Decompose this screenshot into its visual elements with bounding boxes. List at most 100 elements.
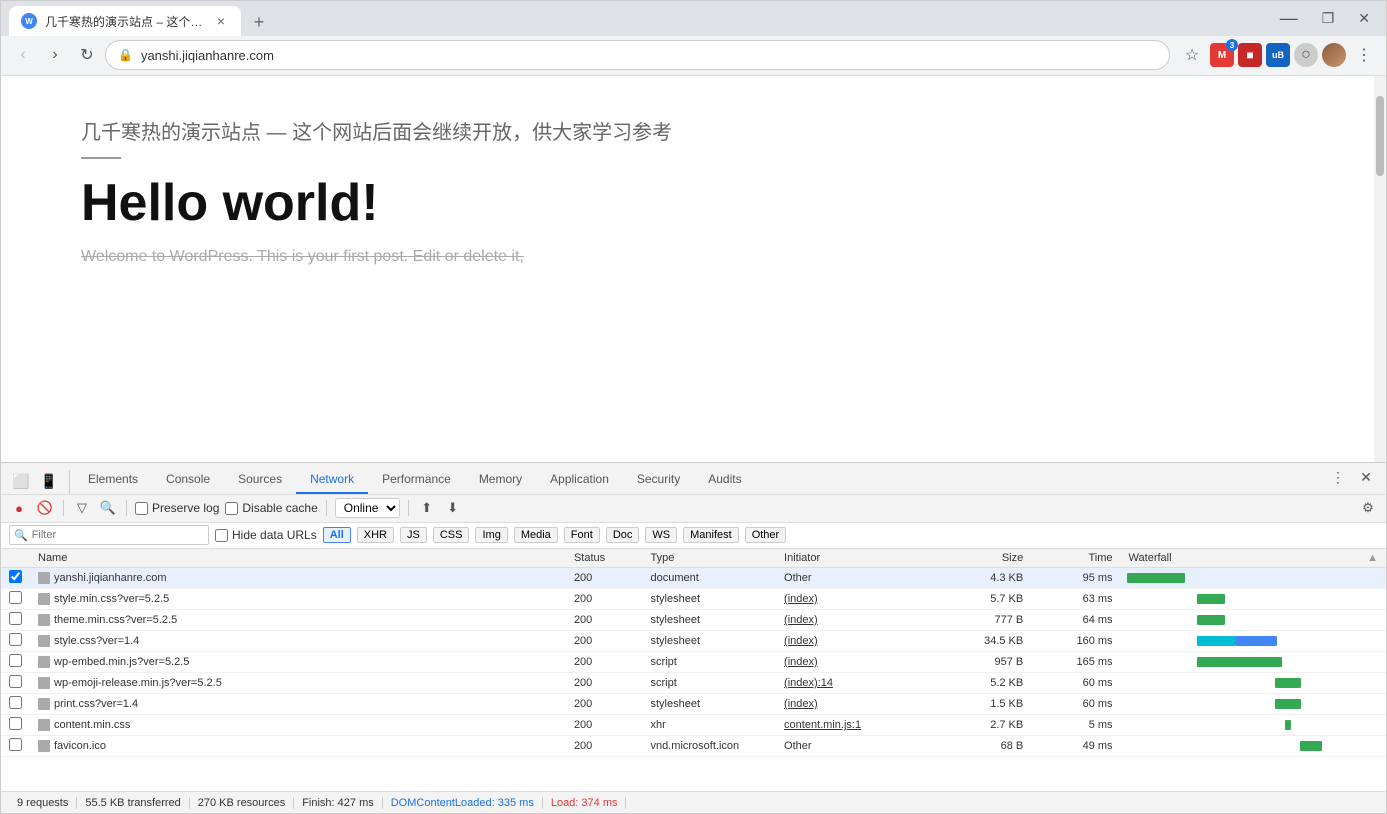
row-checkbox[interactable] [9,696,22,709]
device-mode-icon[interactable]: 📱 [37,470,61,494]
filter-button[interactable]: ▽ [72,498,92,518]
tab-memory[interactable]: Memory [465,466,536,494]
row-initiator[interactable]: (index) [776,651,929,672]
record-button[interactable]: ● [9,498,29,518]
disable-cache-checkbox[interactable] [225,502,238,515]
row-checkbox[interactable] [9,612,22,625]
url-input[interactable] [141,48,1157,63]
row-checkbox-cell[interactable] [1,630,30,651]
row-initiator[interactable]: (index):14 [776,672,929,693]
row-checkbox-cell[interactable] [1,588,30,609]
table-row[interactable]: content.min.css 200 xhr content.min.js:1… [1,714,1386,735]
filter-media-button[interactable]: Media [514,527,558,543]
row-checkbox[interactable] [9,591,22,604]
ext-icon-4[interactable]: ○ [1294,43,1318,67]
tab-close-button[interactable]: × [213,13,229,29]
row-checkbox-cell[interactable] [1,609,30,630]
restore-button[interactable]: ❐ [1314,10,1343,27]
th-status[interactable]: Status [566,549,643,568]
tab-performance[interactable]: Performance [368,466,465,494]
import-har-button[interactable]: ⬆ [417,498,437,518]
table-row[interactable]: wp-embed.min.js?ver=5.2.5 200 script (in… [1,651,1386,672]
minimize-button[interactable]: — [1272,8,1306,29]
table-row[interactable]: theme.min.css?ver=5.2.5 200 stylesheet (… [1,609,1386,630]
table-row[interactable]: style.css?ver=1.4 200 stylesheet (index)… [1,630,1386,651]
throttle-select[interactable]: Online [335,498,400,518]
ext-icon-2[interactable]: ■ [1238,43,1262,67]
table-row[interactable]: print.css?ver=1.4 200 stylesheet (index)… [1,693,1386,714]
row-initiator[interactable]: content.min.js:1 [776,714,929,735]
page-scrollbar[interactable] [1374,76,1386,462]
th-size[interactable]: Size [929,549,1031,568]
row-checkbox[interactable] [9,717,22,730]
row-initiator[interactable]: (index) [776,693,929,714]
tab-elements[interactable]: Elements [74,466,152,494]
tab-console[interactable]: Console [152,466,224,494]
preserve-log-label[interactable]: Preserve log [135,501,219,515]
filter-js-button[interactable]: JS [400,527,427,543]
th-name[interactable]: Name [30,549,566,568]
search-button[interactable]: 🔍 [98,498,118,518]
hide-data-urls-label[interactable]: Hide data URLs [215,528,317,542]
tab-network[interactable]: Network [296,466,368,494]
table-row[interactable]: favicon.ico 200 vnd.microsoft.icon Other… [1,735,1386,756]
filter-css-button[interactable]: CSS [433,527,470,543]
scrollbar-thumb[interactable] [1376,96,1384,176]
hide-data-urls-checkbox[interactable] [215,529,228,542]
back-button[interactable]: ‹ [9,41,37,69]
row-checkbox-cell[interactable] [1,735,30,756]
active-tab[interactable]: W 几千寒热的演示站点 – 这个网站... × [9,6,241,36]
preserve-log-checkbox[interactable] [135,502,148,515]
inspect-element-icon[interactable]: ⬜ [9,470,33,494]
row-checkbox[interactable] [9,675,22,688]
th-time[interactable]: Time [1031,549,1120,568]
row-checkbox[interactable] [9,654,22,667]
export-har-button[interactable]: ⬇ [443,498,463,518]
filter-doc-button[interactable]: Doc [606,527,640,543]
filter-all-button[interactable]: All [323,527,351,543]
filter-xhr-button[interactable]: XHR [357,527,394,543]
tab-sources[interactable]: Sources [224,466,296,494]
address-bar[interactable]: 🔒 [105,40,1170,70]
row-checkbox[interactable] [9,633,22,646]
row-checkbox-cell[interactable] [1,693,30,714]
table-row[interactable]: style.min.css?ver=5.2.5 200 stylesheet (… [1,588,1386,609]
clear-button[interactable]: 🚫 [35,498,55,518]
row-checkbox-cell[interactable] [1,651,30,672]
network-table-wrap[interactable]: Name Status Type Initiator Size Time Wat… [1,549,1386,791]
filter-input-wrap[interactable]: 🔍 [9,525,209,545]
forward-button[interactable]: › [41,41,69,69]
ext-icon-1[interactable]: M 3 [1210,43,1234,67]
user-avatar[interactable] [1322,43,1346,67]
filter-manifest-button[interactable]: Manifest [683,527,739,543]
devtools-close-button[interactable]: ✕ [1354,466,1378,490]
new-tab-button[interactable]: + [245,8,273,36]
row-checkbox-cell[interactable] [1,567,30,588]
filter-other-button[interactable]: Other [745,527,787,543]
bookmark-button[interactable]: ☆ [1178,41,1206,69]
close-button[interactable]: ✕ [1350,10,1378,27]
row-initiator[interactable]: (index) [776,609,929,630]
filter-ws-button[interactable]: WS [645,527,677,543]
menu-button[interactable]: ⋮ [1350,41,1378,69]
tab-application[interactable]: Application [536,466,623,494]
filter-img-button[interactable]: Img [475,527,507,543]
row-initiator[interactable]: (index) [776,630,929,651]
row-initiator[interactable]: (index) [776,588,929,609]
row-checkbox[interactable] [9,738,22,751]
th-type[interactable]: Type [643,549,777,568]
disable-cache-label[interactable]: Disable cache [225,501,317,515]
th-initiator[interactable]: Initiator [776,549,929,568]
tab-audits[interactable]: Audits [694,466,755,494]
reload-button[interactable]: ↻ [73,41,101,69]
row-checkbox-cell[interactable] [1,714,30,735]
filter-input[interactable] [32,529,204,541]
devtools-more-button[interactable]: ⋮ [1326,466,1350,490]
table-row[interactable]: wp-emoji-release.min.js?ver=5.2.5 200 sc… [1,672,1386,693]
tab-security[interactable]: Security [623,466,694,494]
ext-icon-3[interactable]: uB [1266,43,1290,67]
table-row[interactable]: yanshi.jiqianhanre.com 200 document Othe… [1,567,1386,588]
devtools-settings-button[interactable]: ⚙ [1358,498,1378,518]
row-checkbox-cell[interactable] [1,672,30,693]
filter-font-button[interactable]: Font [564,527,600,543]
